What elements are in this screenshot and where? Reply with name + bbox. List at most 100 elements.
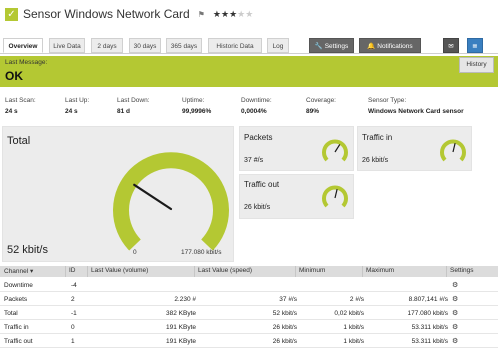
gear-icon[interactable]: ⚙ (452, 337, 458, 345)
gauge-max-label: 177.080 kbit/s (181, 249, 222, 256)
sensor-stats: Last Scan: 24 s Last Up: 24 s Last Down:… (0, 97, 498, 121)
cell-speed: 26 kbit/s (272, 324, 297, 331)
cell-min: 1 kbit/s (343, 338, 364, 345)
cell-max: 8.807,141 #/s (408, 296, 448, 303)
table-header: Channel ▾ ID Last Value (volume) Last Va… (0, 266, 498, 277)
stat-last-scan: Last Scan: 24 s (5, 97, 36, 115)
tab-historic-data[interactable]: Historic Data (208, 38, 262, 53)
star-icon[interactable]: ★ (229, 9, 237, 19)
stat-sensor-type: Sensor Type: Windows Network Card sensor (368, 97, 464, 115)
column-header-minimum[interactable]: Minimum (299, 267, 325, 274)
cell-id: -4 (71, 282, 77, 289)
last-message-value: OK (5, 69, 23, 83)
traffic-out-gauge (322, 185, 348, 208)
stat-label: Uptime: (182, 97, 205, 104)
flag-icon[interactable]: ⚑ (198, 10, 205, 19)
traffic-in-gauge-panel[interactable]: Traffic in 26 kbit/s (357, 126, 472, 171)
column-header-settings: Settings (450, 267, 474, 274)
list-icon[interactable]: ≣ (467, 38, 483, 53)
star-icon[interactable]: ★ (221, 9, 229, 19)
stat-value: 24 s (65, 108, 78, 115)
traffic-in-value: 26 kbit/s (362, 157, 389, 164)
table-row[interactable]: Traffic out 1 191 KByte 26 kbit/s 1 kbit/s 53… (0, 335, 498, 348)
tab-notifications-label: Notifications (377, 43, 413, 50)
column-header-volume[interactable]: Last Value (volume) (91, 267, 148, 274)
gear-icon[interactable]: ⚙ (452, 309, 458, 317)
star-icon[interactable]: ★ (245, 9, 253, 19)
tab-settings[interactable]: 🔧 Settings (309, 38, 354, 53)
tab-log[interactable]: Log (267, 38, 289, 53)
stat-label: Coverage: (306, 97, 336, 104)
stat-label: Last Down: (117, 97, 150, 104)
last-message-bar: Last Message: OK (0, 56, 498, 87)
bell-icon: 🔔 (367, 43, 376, 50)
total-gauge-panel[interactable]: Total 0 177.080 kbit/s 52 kbit/s (2, 126, 234, 262)
sort-down-icon: ▾ (30, 268, 34, 275)
cell-volume: 2.230 # (174, 296, 196, 303)
cell-min: 2 #/s (349, 296, 364, 303)
packets-title: Packets (244, 133, 273, 142)
history-button[interactable]: History (459, 57, 494, 73)
gear-icon[interactable]: ⚙ (452, 281, 458, 289)
page-title: Sensor Windows Network Card (23, 7, 190, 21)
cell-channel: Traffic out (4, 338, 33, 345)
stat-value: 81 d (117, 108, 131, 115)
stat-coverage: Coverage: 89% (306, 97, 336, 115)
cell-channel: Packets (4, 296, 28, 303)
priority-rating[interactable]: ★★★★★ (213, 9, 253, 20)
tab-2-days[interactable]: 2 days (91, 38, 123, 53)
gear-icon[interactable]: ⚙ (452, 295, 458, 303)
column-header-speed[interactable]: Last Value (speed) (198, 267, 252, 274)
gauge-min-label: 0 (133, 249, 137, 256)
packets-gauge-panel[interactable]: Packets 37 #/s (239, 126, 354, 171)
cell-max: 53.311 kbit/s (411, 338, 448, 345)
stat-label: Sensor Type: (368, 97, 407, 104)
traffic-out-gauge-panel[interactable]: Traffic out 26 kbit/s (239, 174, 354, 219)
packets-gauge (322, 139, 348, 162)
table-row[interactable]: Traffic in 0 191 KByte 26 kbit/s 1 kbit/s 53.… (0, 321, 498, 334)
tab-settings-label: Settings (324, 43, 349, 50)
stat-label: Last Scan: (5, 97, 36, 104)
gauge-needle (133, 183, 173, 211)
cell-speed: 52 kbit/s (272, 310, 297, 317)
tab-notifications[interactable]: 🔔 Notifications (359, 38, 421, 53)
table-row[interactable]: Downtime -4 ⚙ (0, 279, 498, 292)
cell-min: 1 kbit/s (343, 324, 364, 331)
tab-live-data[interactable]: Live Data (49, 38, 85, 53)
cell-max: 53.311 kbit/s (411, 324, 448, 331)
column-header-id[interactable]: ID (69, 267, 76, 274)
table-row[interactable]: Total -1 382 KByte 52 kbit/s 0,02 kbit/s 177.… (0, 307, 498, 320)
cell-min: 0,02 kbit/s (334, 310, 364, 317)
stat-uptime: Uptime: 99,9996% (182, 97, 211, 115)
stat-value: Windows Network Card sensor (368, 108, 464, 115)
tab-overview[interactable]: Overview (3, 38, 43, 53)
table-row[interactable]: Packets 2 2.230 # 37 #/s 2 #/s 8.807,141 #/s ⚙ (0, 293, 498, 306)
column-header-maximum[interactable]: Maximum (366, 267, 394, 274)
packets-value: 37 #/s (244, 157, 264, 164)
cell-channel: Traffic in (4, 324, 29, 331)
star-icon[interactable]: ★ (213, 9, 221, 19)
stat-label: Downtime: (241, 97, 272, 104)
column-header-channel[interactable]: Channel ▾ (4, 267, 33, 275)
total-title: Total (7, 135, 31, 147)
wrench-icon: 🔧 (314, 43, 323, 50)
star-icon[interactable]: ★ (237, 9, 245, 19)
tab-divider (0, 53, 498, 54)
gear-icon[interactable]: ⚙ (452, 323, 458, 331)
traffic-out-title: Traffic out (244, 180, 280, 189)
tab-365-days[interactable]: 365 days (166, 38, 202, 53)
cell-max: 177.080 kbit/s (407, 310, 448, 317)
cell-speed: 26 kbit/s (272, 338, 297, 345)
comment-icon[interactable]: ✉ (443, 38, 459, 53)
total-gauge (113, 152, 229, 251)
cell-channel: Total (4, 310, 18, 317)
stat-value: 99,9996% (182, 108, 212, 115)
sensor-header: ✓ Sensor Windows Network Card ⚑ ★★★★★ (0, 0, 498, 28)
cell-channel: Downtime (4, 282, 33, 289)
stat-value: 24 s (5, 108, 18, 115)
cell-volume: 382 KByte (166, 310, 196, 317)
stat-last-down: Last Down: 81 d (117, 97, 150, 115)
tab-30-days[interactable]: 30 days (129, 38, 161, 53)
stat-value: 0,0004% (241, 108, 267, 115)
cell-volume: 191 KByte (166, 324, 196, 331)
